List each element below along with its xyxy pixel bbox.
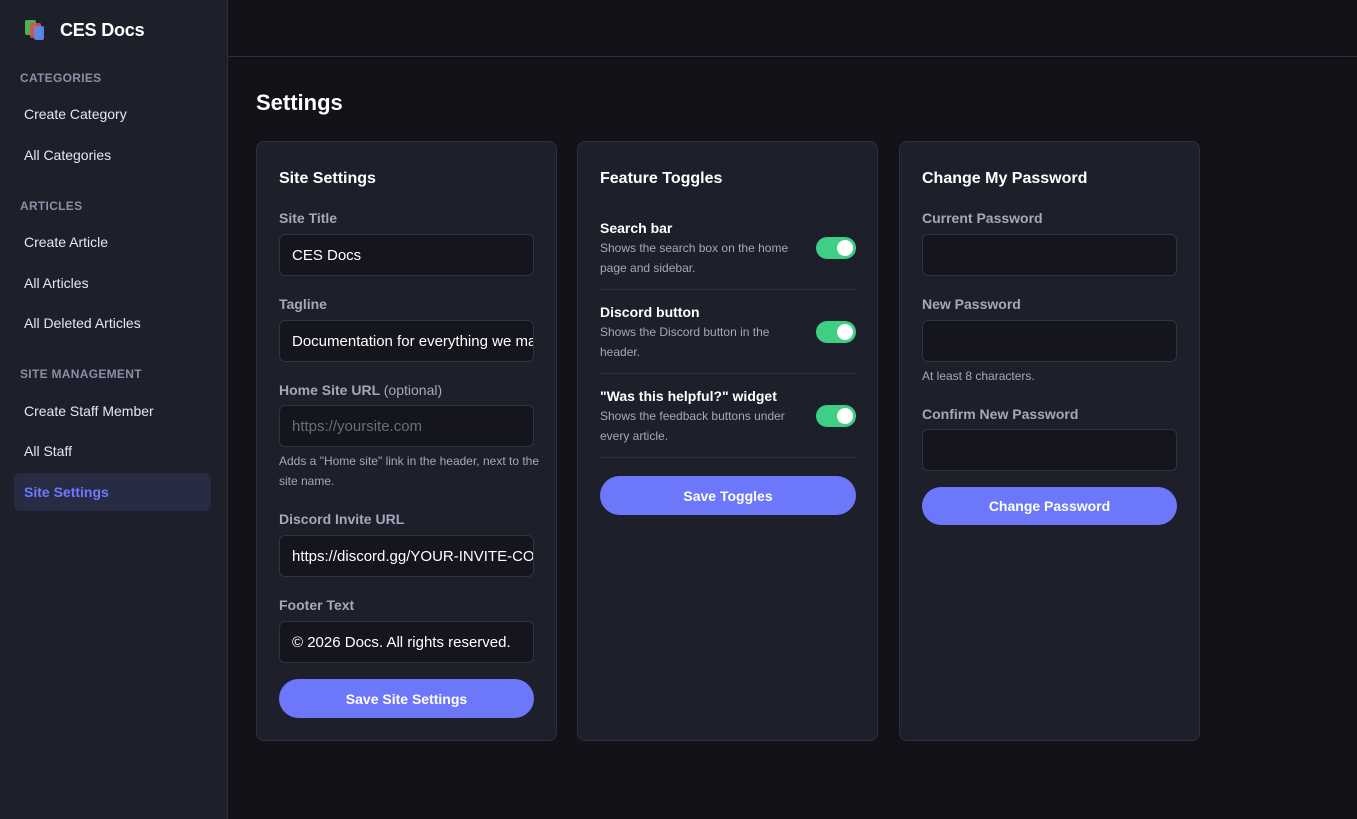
toggle-name: Discord button [600, 304, 700, 320]
search-bar-toggle[interactable] [816, 237, 856, 259]
site-title-label: Site Title [279, 210, 338, 226]
save-site-settings-button[interactable]: Save Site Settings [279, 679, 534, 718]
sidebar-item-create-staff-member[interactable]: Create Staff Member [14, 392, 211, 430]
home-url-label-text: Home Site URL [279, 382, 380, 398]
toggle-description: Shows the Discord button in the header. [600, 325, 770, 359]
card-title: Site Settings [279, 170, 376, 187]
footer-text-input[interactable]: © 2026 Docs. All rights reserved. [279, 621, 534, 663]
feature-toggles-card: Feature Toggles Search bar Shows the sea… [577, 141, 878, 741]
current-password-input[interactable] [922, 234, 1177, 276]
page-title: Settings [256, 90, 343, 115]
discord-button-toggle[interactable] [816, 321, 856, 343]
confirm-password-label: Confirm New Password [922, 406, 1079, 422]
tagline-input[interactable]: Documentation for everything we make [279, 320, 534, 362]
home-url-input[interactable]: https://yoursite.com [279, 405, 534, 447]
toggle-description: Shows the search box on the home page an… [600, 241, 789, 275]
sidebar-item-all-categories[interactable]: All Categories [14, 136, 211, 174]
sidebar: CES Docs CATEGORIES Create Category All … [0, 0, 228, 819]
toggle-row-discord-button: Discord button Shows the Discord button … [600, 304, 856, 374]
brand-name: CES Docs [60, 19, 145, 40]
toggle-row-helpful-widget: "Was this helpful?" widget Shows the fee… [600, 388, 856, 458]
toggle-name: "Was this helpful?" widget [600, 388, 777, 404]
save-toggles-button[interactable]: Save Toggles [600, 476, 856, 515]
optional-tag: (optional) [383, 382, 443, 398]
top-bar [228, 0, 1357, 57]
home-url-hint: Adds a "Home site" link in the header, n… [279, 454, 540, 488]
nav-section-articles: ARTICLES [20, 199, 83, 213]
tagline-label: Tagline [279, 296, 327, 312]
nav-section-site-management: SITE MANAGEMENT [20, 367, 142, 381]
home-url-label: Home Site URL (optional) [279, 382, 442, 398]
change-password-button[interactable]: Change Password [922, 487, 1177, 525]
change-password-card: Change My Password Current Password New … [899, 141, 1200, 741]
toggle-description: Shows the feedback buttons under every a… [600, 409, 785, 443]
sidebar-item-create-article[interactable]: Create Article [14, 223, 211, 261]
current-password-label: Current Password [922, 210, 1043, 226]
brand[interactable]: CES Docs [24, 18, 145, 42]
site-settings-card: Site Settings Site Title CES Docs Taglin… [256, 141, 557, 741]
site-title-input[interactable]: CES Docs [279, 234, 534, 276]
toggle-row-search-bar: Search bar Shows the search box on the h… [600, 220, 856, 290]
nav-section-categories: CATEGORIES [20, 71, 102, 85]
confirm-password-input[interactable] [922, 429, 1177, 471]
new-password-label: New Password [922, 296, 1021, 312]
sidebar-item-all-staff[interactable]: All Staff [14, 432, 211, 470]
card-title: Change My Password [922, 170, 1088, 187]
card-title: Feature Toggles [600, 170, 723, 187]
sidebar-item-all-articles[interactable]: All Articles [14, 264, 211, 302]
sidebar-item-create-category[interactable]: Create Category [14, 95, 211, 133]
discord-url-input[interactable]: https://discord.gg/YOUR-INVITE-CODE [279, 535, 534, 577]
discord-url-label: Discord Invite URL [279, 511, 405, 527]
sidebar-item-site-settings[interactable]: Site Settings [14, 473, 211, 511]
toggle-name: Search bar [600, 220, 673, 236]
sidebar-item-all-deleted-articles[interactable]: All Deleted Articles [14, 304, 211, 342]
new-password-input[interactable] [922, 320, 1177, 362]
new-password-hint: At least 8 characters. [922, 369, 1035, 383]
stacked-books-logo-icon [24, 19, 46, 41]
footer-text-label: Footer Text [279, 597, 355, 613]
helpful-widget-toggle[interactable] [816, 405, 856, 427]
